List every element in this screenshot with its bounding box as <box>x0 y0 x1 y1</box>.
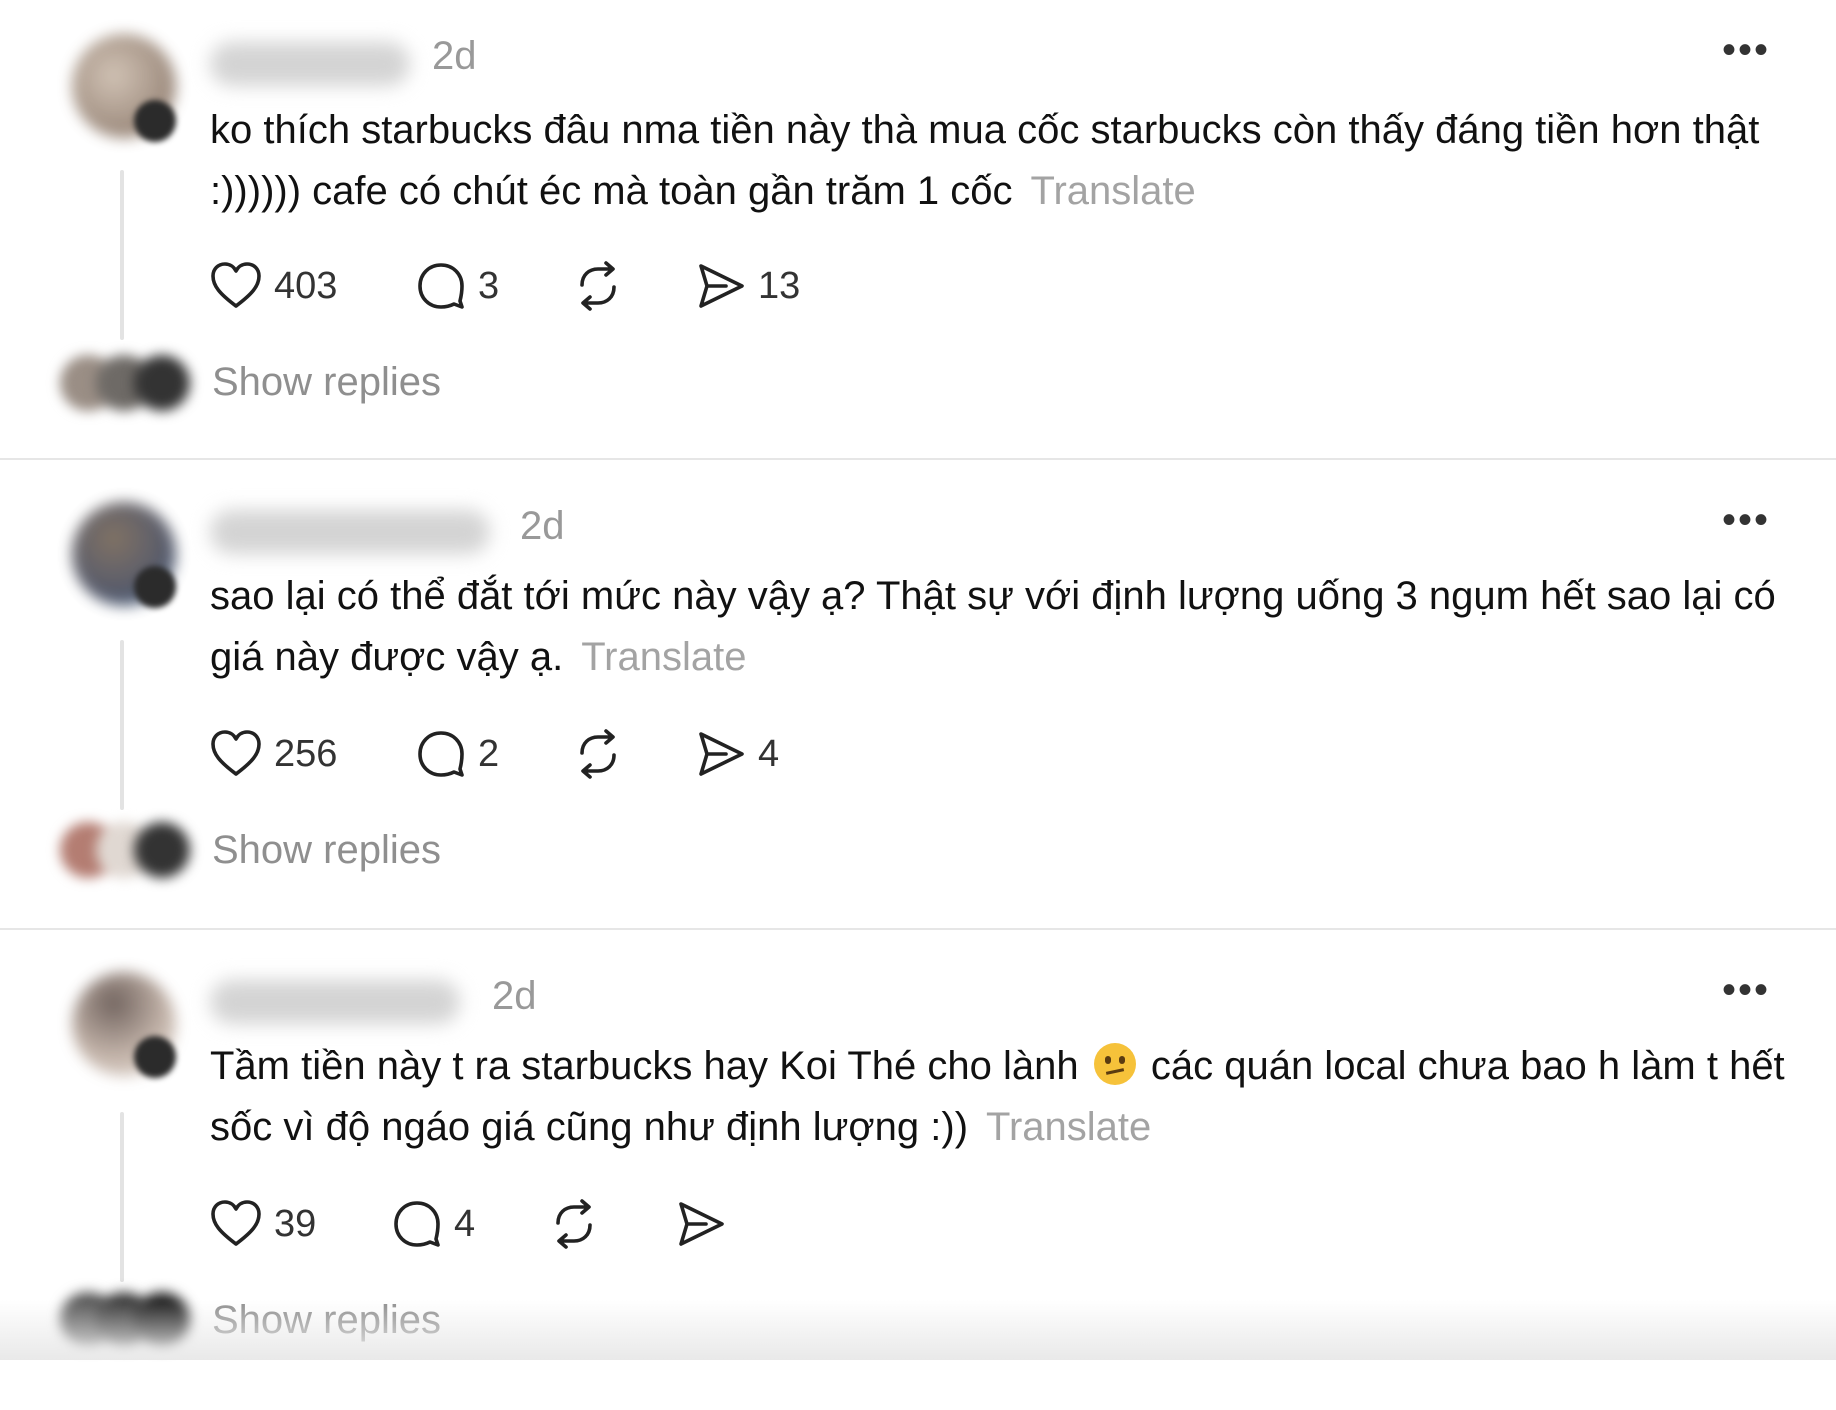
share-count: 13 <box>758 264 801 307</box>
comment-count: 3 <box>478 264 500 307</box>
username[interactable] <box>210 980 460 1024</box>
comment-text-block: Tầm tiền này t ra starbucks hay Koi Thé … <box>210 1036 1790 1158</box>
comment-text: ko thích starbucks đâu nma tiền này thà … <box>210 108 1760 213</box>
send-icon <box>699 732 744 776</box>
thread-line <box>120 1112 124 1282</box>
username[interactable] <box>210 42 410 86</box>
comment-count: 4 <box>454 1202 476 1245</box>
send-icon <box>699 264 744 308</box>
reply-avatars <box>60 822 190 878</box>
heart-icon <box>211 730 261 776</box>
share-count: 4 <box>758 732 780 775</box>
show-replies-link[interactable]: Show replies <box>212 828 441 873</box>
comment-item: 2d ••• sao lại có thể đắt tới mức này vậ… <box>0 470 1836 940</box>
show-replies-link[interactable]: Show replies <box>212 360 441 405</box>
comment-button[interactable]: 4 <box>392 1196 475 1252</box>
like-count: 403 <box>274 264 338 307</box>
timestamp: 2d <box>520 504 565 548</box>
comment-bubble-icon <box>394 1201 440 1247</box>
like-button[interactable]: 39 <box>210 1196 316 1252</box>
repost-icon <box>580 729 616 779</box>
timestamp: 2d <box>432 34 477 78</box>
comment-text: Tầm tiền này t ra starbucks hay Koi Thé … <box>210 1044 1079 1088</box>
like-count: 39 <box>274 1202 317 1245</box>
username[interactable] <box>210 510 490 554</box>
repost-button[interactable] <box>572 258 624 314</box>
thread-line <box>120 640 124 810</box>
comment-item: 2d ••• ko thích starbucks đâu nma tiền n… <box>0 0 1836 470</box>
send-icon <box>679 1202 724 1246</box>
comment-bubble-icon <box>418 263 464 309</box>
heart-icon <box>211 262 261 308</box>
comment-text-block: sao lại có thể đắt tới mức này vậy ạ? Th… <box>210 566 1790 688</box>
divider <box>0 458 1836 460</box>
comment-button[interactable]: 3 <box>416 258 499 314</box>
avatar-badge <box>134 566 176 608</box>
like-button[interactable]: 256 <box>210 726 337 782</box>
like-count: 256 <box>274 732 338 775</box>
share-button[interactable]: 13 <box>696 258 800 314</box>
avatar-badge <box>134 100 176 142</box>
reply-avatars <box>60 355 190 411</box>
comment-count: 2 <box>478 732 500 775</box>
repost-button[interactable] <box>572 726 624 782</box>
translate-link[interactable]: Translate <box>1031 169 1196 213</box>
like-button[interactable]: 403 <box>210 258 337 314</box>
repost-button[interactable] <box>548 1196 600 1252</box>
reply-avatars <box>60 1292 190 1348</box>
more-options-icon[interactable]: ••• <box>1722 500 1778 540</box>
repost-icon <box>580 261 616 311</box>
confused-face-emoji-icon <box>1093 1043 1136 1085</box>
share-button[interactable] <box>676 1196 738 1252</box>
more-options-icon[interactable]: ••• <box>1722 30 1778 70</box>
comment-item: 2d ••• Tầm tiền này t ra starbucks hay K… <box>0 940 1836 1410</box>
comment-button[interactable]: 2 <box>416 726 499 782</box>
comment-text: sao lại có thể đắt tới mức này vậy ạ? Th… <box>210 574 1776 679</box>
divider <box>0 928 1836 930</box>
show-replies-link[interactable]: Show replies <box>212 1298 441 1343</box>
avatar-badge <box>134 1036 176 1078</box>
comment-bubble-icon <box>418 731 464 777</box>
share-button[interactable]: 4 <box>696 726 779 782</box>
more-options-icon[interactable]: ••• <box>1722 970 1778 1010</box>
repost-icon <box>556 1199 592 1249</box>
translate-link[interactable]: Translate <box>986 1105 1151 1149</box>
heart-icon <box>211 1200 261 1246</box>
translate-link[interactable]: Translate <box>581 635 746 679</box>
comment-text-block: ko thích starbucks đâu nma tiền này thà … <box>210 100 1790 222</box>
timestamp: 2d <box>492 974 537 1018</box>
thread-line <box>120 170 124 340</box>
